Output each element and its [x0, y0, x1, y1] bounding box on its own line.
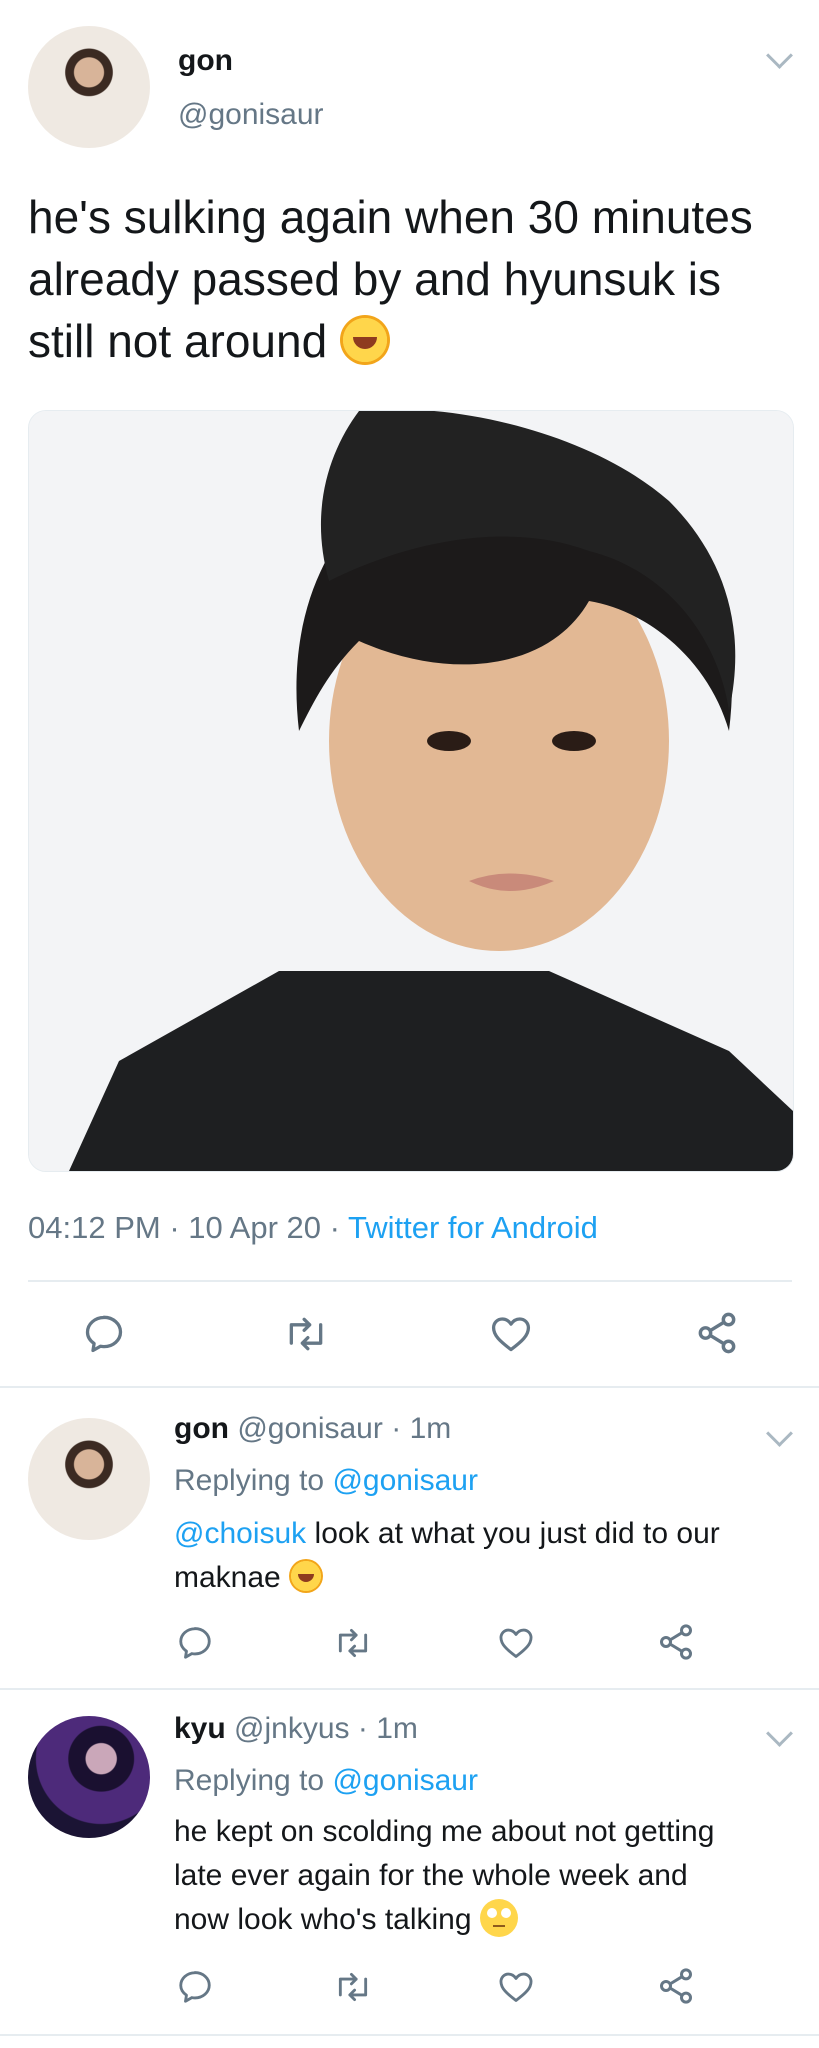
reply-display-name[interactable]: kyu	[174, 1712, 226, 1745]
mention-link[interactable]: @choisuk	[174, 1517, 306, 1550]
tweet-date: 10 Apr 20	[188, 1210, 321, 1245]
header-separator: ·	[357, 1712, 368, 1745]
share-icon[interactable]	[656, 1966, 696, 2006]
share-icon[interactable]	[656, 1622, 696, 1662]
reply-menu-chevron-icon[interactable]	[766, 1420, 793, 1447]
like-heart-icon[interactable]	[488, 1312, 534, 1356]
replying-to-prefix: Replying to	[174, 1764, 325, 1797]
reply-text-line: he kept on scolding me about not getting	[174, 1815, 715, 1848]
tweet-text: he's sulking again when 30 minutes alrea…	[28, 186, 788, 372]
reply-header: kyu @jnkyus · 1m	[174, 1712, 418, 1746]
reply-text-part: now look who's talking	[174, 1903, 472, 1936]
retweet-icon[interactable]	[332, 1968, 374, 2006]
bottom-divider	[0, 2034, 819, 2036]
reply-text-part: look at what you just did to our	[306, 1517, 720, 1550]
author-display-name[interactable]: gon	[178, 44, 233, 78]
retweet-icon[interactable]	[332, 1624, 374, 1662]
rolling-eyes-emoji-icon	[479, 1899, 518, 1937]
reply-divider	[0, 1688, 819, 1690]
photo-image	[29, 411, 793, 1171]
reply-text: he kept on scolding me about not getting…	[174, 1810, 814, 1942]
replying-to-line: Replying to @gonisaur	[174, 1464, 478, 1498]
replying-to-prefix: Replying to	[174, 1464, 325, 1497]
laughing-emoji-icon	[289, 1559, 324, 1593]
retweet-icon[interactable]	[282, 1312, 330, 1356]
replying-to-handle[interactable]: @gonisaur	[332, 1464, 478, 1497]
like-heart-icon[interactable]	[496, 1968, 536, 2006]
share-icon[interactable]	[694, 1310, 740, 1356]
reply-display-name[interactable]: gon	[174, 1412, 229, 1445]
replying-to-handle[interactable]: @gonisaur	[332, 1764, 478, 1797]
reply-text-line: @choisuk look at what you just did to ou…	[174, 1512, 814, 1556]
reply-avatar[interactable]	[28, 1716, 150, 1838]
reply-age: 1m	[409, 1412, 452, 1445]
reply-handle[interactable]: @jnkyus	[234, 1712, 350, 1745]
reply-text: @choisuk look at what you just did to ou…	[174, 1512, 814, 1600]
tweet-photo[interactable]	[28, 410, 794, 1172]
replying-to-line: Replying to @gonisaur	[174, 1764, 478, 1798]
main-tweet-divider	[0, 1386, 819, 1388]
metadata-divider	[28, 1280, 792, 1282]
author-avatar[interactable]	[28, 26, 150, 148]
reply-text-part: maknae	[174, 1561, 281, 1594]
reply-handle[interactable]: @gonisaur	[237, 1412, 383, 1445]
meta-separator: ·	[169, 1210, 180, 1245]
tweet-time: 04:12 PM	[28, 1210, 161, 1245]
like-heart-icon[interactable]	[496, 1624, 536, 1662]
laughing-emoji-icon	[339, 315, 390, 365]
tweet-source-link[interactable]: Twitter for Android	[348, 1210, 598, 1245]
reply-text-line: now look who's talking	[174, 1898, 814, 1942]
author-handle[interactable]: @gonisaur	[178, 98, 324, 132]
tweet-metadata: 04:12 PM · 10 Apr 20 · Twitter for Andro…	[28, 1210, 598, 1246]
reply-icon[interactable]	[176, 1624, 214, 1662]
reply-icon[interactable]	[176, 1968, 214, 2006]
reply-avatar[interactable]	[28, 1418, 150, 1540]
reply-text-line: maknae	[174, 1556, 814, 1600]
reply-menu-chevron-icon[interactable]	[766, 1720, 793, 1747]
reply-header: gon @gonisaur · 1m	[174, 1412, 451, 1446]
reply-icon[interactable]	[82, 1312, 126, 1356]
reply-age: 1m	[376, 1712, 418, 1745]
meta-separator: ·	[329, 1210, 340, 1245]
header-separator: ·	[391, 1412, 402, 1445]
tweet-text-body: he's sulking again when 30 minutes alrea…	[28, 191, 753, 367]
tweet-menu-chevron-icon[interactable]	[766, 42, 793, 69]
reply-text-line: late ever again for the whole week and	[174, 1859, 688, 1892]
